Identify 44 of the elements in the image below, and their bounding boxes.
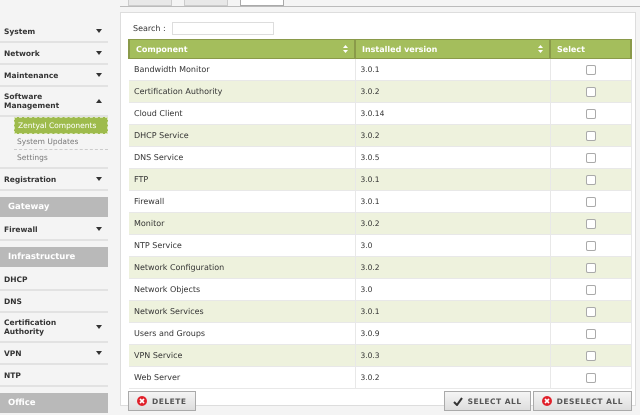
caret-down-icon xyxy=(96,325,102,329)
table-cell: FTP xyxy=(129,168,355,190)
caret-down-icon xyxy=(96,29,102,33)
caret-down-icon xyxy=(96,73,102,77)
table-cell: Certification Authority xyxy=(129,80,355,102)
checkbox[interactable] xyxy=(586,350,596,360)
caret-down-icon xyxy=(96,227,102,231)
table-cell: VPN Service xyxy=(129,344,355,366)
checkbox[interactable] xyxy=(586,262,596,272)
checkbox[interactable] xyxy=(586,108,596,118)
sidebar-section-header: Infrastructure xyxy=(0,247,108,267)
tab[interactable] xyxy=(184,0,228,6)
search-field[interactable] xyxy=(172,22,274,35)
caret-down-icon xyxy=(96,177,102,181)
check-icon xyxy=(452,396,463,406)
tab[interactable] xyxy=(240,0,284,6)
checkbox[interactable] xyxy=(586,306,596,316)
checkbox[interactable] xyxy=(586,284,596,294)
delete-icon xyxy=(542,396,552,406)
sidebar-section-header: Office xyxy=(0,393,108,413)
checkbox[interactable] xyxy=(586,372,596,382)
checkbox[interactable] xyxy=(586,240,596,250)
checkbox[interactable] xyxy=(586,152,596,162)
search-label: Search : xyxy=(133,24,166,33)
table-cell: DHCP Service xyxy=(129,124,355,146)
checkbox[interactable] xyxy=(586,328,596,338)
caret-up-icon xyxy=(96,99,102,103)
table-cell: Web Server xyxy=(129,366,355,388)
checkbox[interactable] xyxy=(586,130,596,140)
checkbox[interactable] xyxy=(586,218,596,228)
sort-icon xyxy=(538,45,543,53)
checkbox[interactable] xyxy=(586,174,596,184)
tab[interactable] xyxy=(128,0,172,6)
table-cell: Network Configuration xyxy=(129,256,355,278)
table-cell: Network Services xyxy=(129,300,355,322)
checkbox[interactable] xyxy=(586,64,596,74)
caret-down-icon xyxy=(96,351,102,355)
sort-icon xyxy=(343,45,348,53)
checkbox[interactable] xyxy=(586,196,596,206)
delete-icon xyxy=(137,396,147,406)
caret-down-icon xyxy=(96,51,102,55)
checkbox[interactable] xyxy=(586,86,596,96)
table-cell: Monitor xyxy=(129,212,355,234)
sidebar-section-header: Gateway xyxy=(0,197,108,217)
